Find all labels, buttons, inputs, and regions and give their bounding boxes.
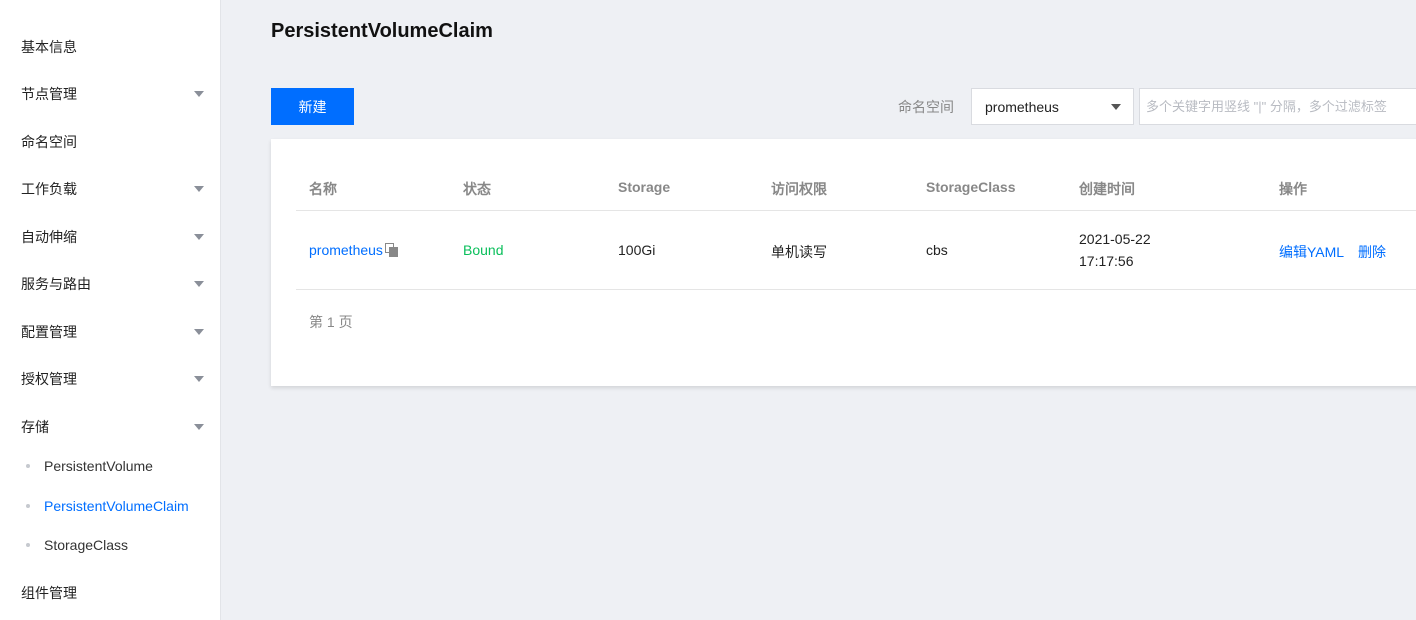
sidebar-subitem-label: StorageClass — [44, 537, 129, 553]
column-header-storageclass: StorageClass — [926, 179, 1016, 195]
column-header-name: 名称 — [309, 181, 337, 197]
sidebar-item-label: 自动伸缩 — [21, 229, 77, 245]
column-header-storage: Storage — [618, 179, 671, 195]
sidebar-subitem-persistentvolumeclaim[interactable]: PersistentVolumeClaim — [0, 491, 221, 521]
sidebar-item-label: 组件管理 — [21, 585, 77, 601]
table-card — [271, 139, 1416, 386]
caret-down-icon — [194, 91, 204, 97]
status-badge: Bound — [463, 242, 504, 258]
column-header-actions: 操作 — [1279, 181, 1307, 197]
cell-created-time: 17:17:56 — [1079, 253, 1134, 269]
pvc-name-link[interactable]: prometheus — [309, 242, 383, 258]
cell-storage: 100Gi — [618, 242, 656, 258]
new-button[interactable]: 新建 — [271, 88, 354, 125]
sidebar-item-label: 存储 — [21, 419, 49, 435]
cell-name: prometheus — [309, 242, 399, 258]
caret-down-icon — [194, 329, 204, 335]
column-header-status: 状态 — [463, 181, 491, 197]
table-header-divider — [296, 210, 1416, 211]
bullet-dot — [26, 504, 30, 508]
edit-yaml-link[interactable]: 编辑YAML — [1279, 242, 1344, 262]
namespace-select-value: prometheus — [985, 98, 1059, 115]
sidebar-item-label: 基本信息 — [21, 39, 77, 55]
cell-storageclass: cbs — [926, 242, 948, 258]
sidebar-subitem-label: PersistentVolume — [44, 458, 153, 474]
copy-icon[interactable] — [384, 243, 399, 257]
sidebar-item-storage[interactable]: 存储 — [0, 409, 221, 445]
cell-access: 单机读写 — [771, 244, 827, 260]
caret-down-icon — [194, 376, 204, 382]
sidebar-item-services-routes[interactable]: 服务与路由 — [0, 266, 221, 302]
caret-down-icon — [194, 234, 204, 240]
namespace-select[interactable]: prometheus — [971, 88, 1134, 125]
caret-down-icon — [194, 424, 204, 430]
delete-link[interactable]: 删除 — [1358, 242, 1386, 262]
cell-created-date: 2021-05-22 — [1079, 231, 1151, 247]
column-header-created: 创建时间 — [1079, 181, 1135, 197]
column-header-access: 访问权限 — [771, 181, 827, 197]
caret-down-icon — [1111, 103, 1121, 110]
sidebar-item-autoscaling[interactable]: 自动伸缩 — [0, 219, 221, 255]
sidebar-item-nodes[interactable]: 节点管理 — [0, 76, 221, 112]
sidebar-item-basic-info[interactable]: 基本信息 — [0, 29, 221, 65]
caret-down-icon — [194, 186, 204, 192]
sidebar-subitem-persistentvolume[interactable]: PersistentVolume — [0, 451, 221, 481]
sidebar-subitem-storageclass[interactable]: StorageClass — [0, 530, 221, 560]
sidebar-item-label: 服务与路由 — [21, 276, 91, 292]
sidebar-item-label: 授权管理 — [21, 371, 77, 387]
bullet-dot — [26, 464, 30, 468]
sidebar-item-workloads[interactable]: 工作负载 — [0, 171, 221, 207]
sidebar-item-namespaces[interactable]: 命名空间 — [0, 124, 221, 160]
sidebar-item-label: 工作负载 — [21, 181, 77, 197]
sidebar-item-label: 命名空间 — [21, 134, 77, 150]
bullet-dot — [26, 543, 30, 547]
sidebar-item-label: 节点管理 — [21, 86, 77, 102]
sidebar-item-label: 配置管理 — [21, 324, 77, 340]
caret-down-icon — [194, 281, 204, 287]
sidebar-item-config[interactable]: 配置管理 — [0, 314, 221, 350]
sidebar-subitem-label: PersistentVolumeClaim — [44, 498, 189, 514]
pagination-label: 第 1 页 — [309, 314, 353, 330]
sidebar: 基本信息 节点管理 命名空间 工作负载 自动伸缩 服务与路由 配置管理 授权管理… — [0, 0, 221, 620]
namespace-label: 命名空间 — [898, 99, 954, 115]
sidebar-item-addons[interactable]: 组件管理 — [0, 575, 221, 611]
sidebar-item-authorization[interactable]: 授权管理 — [0, 361, 221, 397]
page-title: PersistentVolumeClaim — [271, 20, 493, 42]
search-input[interactable] — [1139, 88, 1416, 125]
table-row-divider — [296, 289, 1416, 290]
